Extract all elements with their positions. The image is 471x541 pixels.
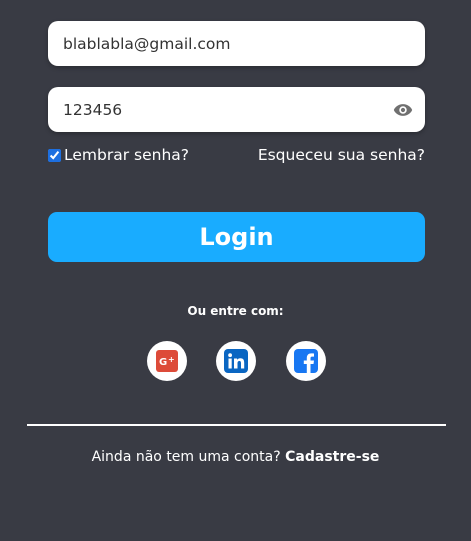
login-button[interactable]: Login [48,212,425,262]
google-plus-icon: G + [156,350,178,372]
signup-text: Ainda não tem uma conta? [91,449,281,465]
remember-label: Lembrar senha? [64,146,189,164]
remember-checkbox[interactable] [48,148,61,162]
login-options-row: Lembrar senha? Esqueceu sua senha? [48,146,425,168]
social-login-label: Ou entre com: [187,304,284,318]
email-field-container [48,21,425,66]
linkedin-button[interactable] [216,341,256,381]
divider [27,424,446,426]
svg-text:+: + [168,355,175,364]
facebook-icon [294,349,318,373]
forgot-password-link[interactable]: Esqueceu sua senha? [258,146,425,164]
linkedin-icon [224,349,248,373]
password-field-container [48,87,425,132]
email-input[interactable] [48,21,425,66]
eye-icon[interactable] [393,100,413,120]
password-input[interactable] [48,87,425,132]
google-plus-button[interactable]: G + [147,341,187,381]
signup-prompt: Ainda não tem uma conta? Cadastre-se [0,449,471,465]
remember-password[interactable]: Lembrar senha? [48,146,189,164]
facebook-button[interactable] [286,341,326,381]
signup-link[interactable]: Cadastre-se [285,449,379,465]
svg-text:G: G [159,357,167,368]
